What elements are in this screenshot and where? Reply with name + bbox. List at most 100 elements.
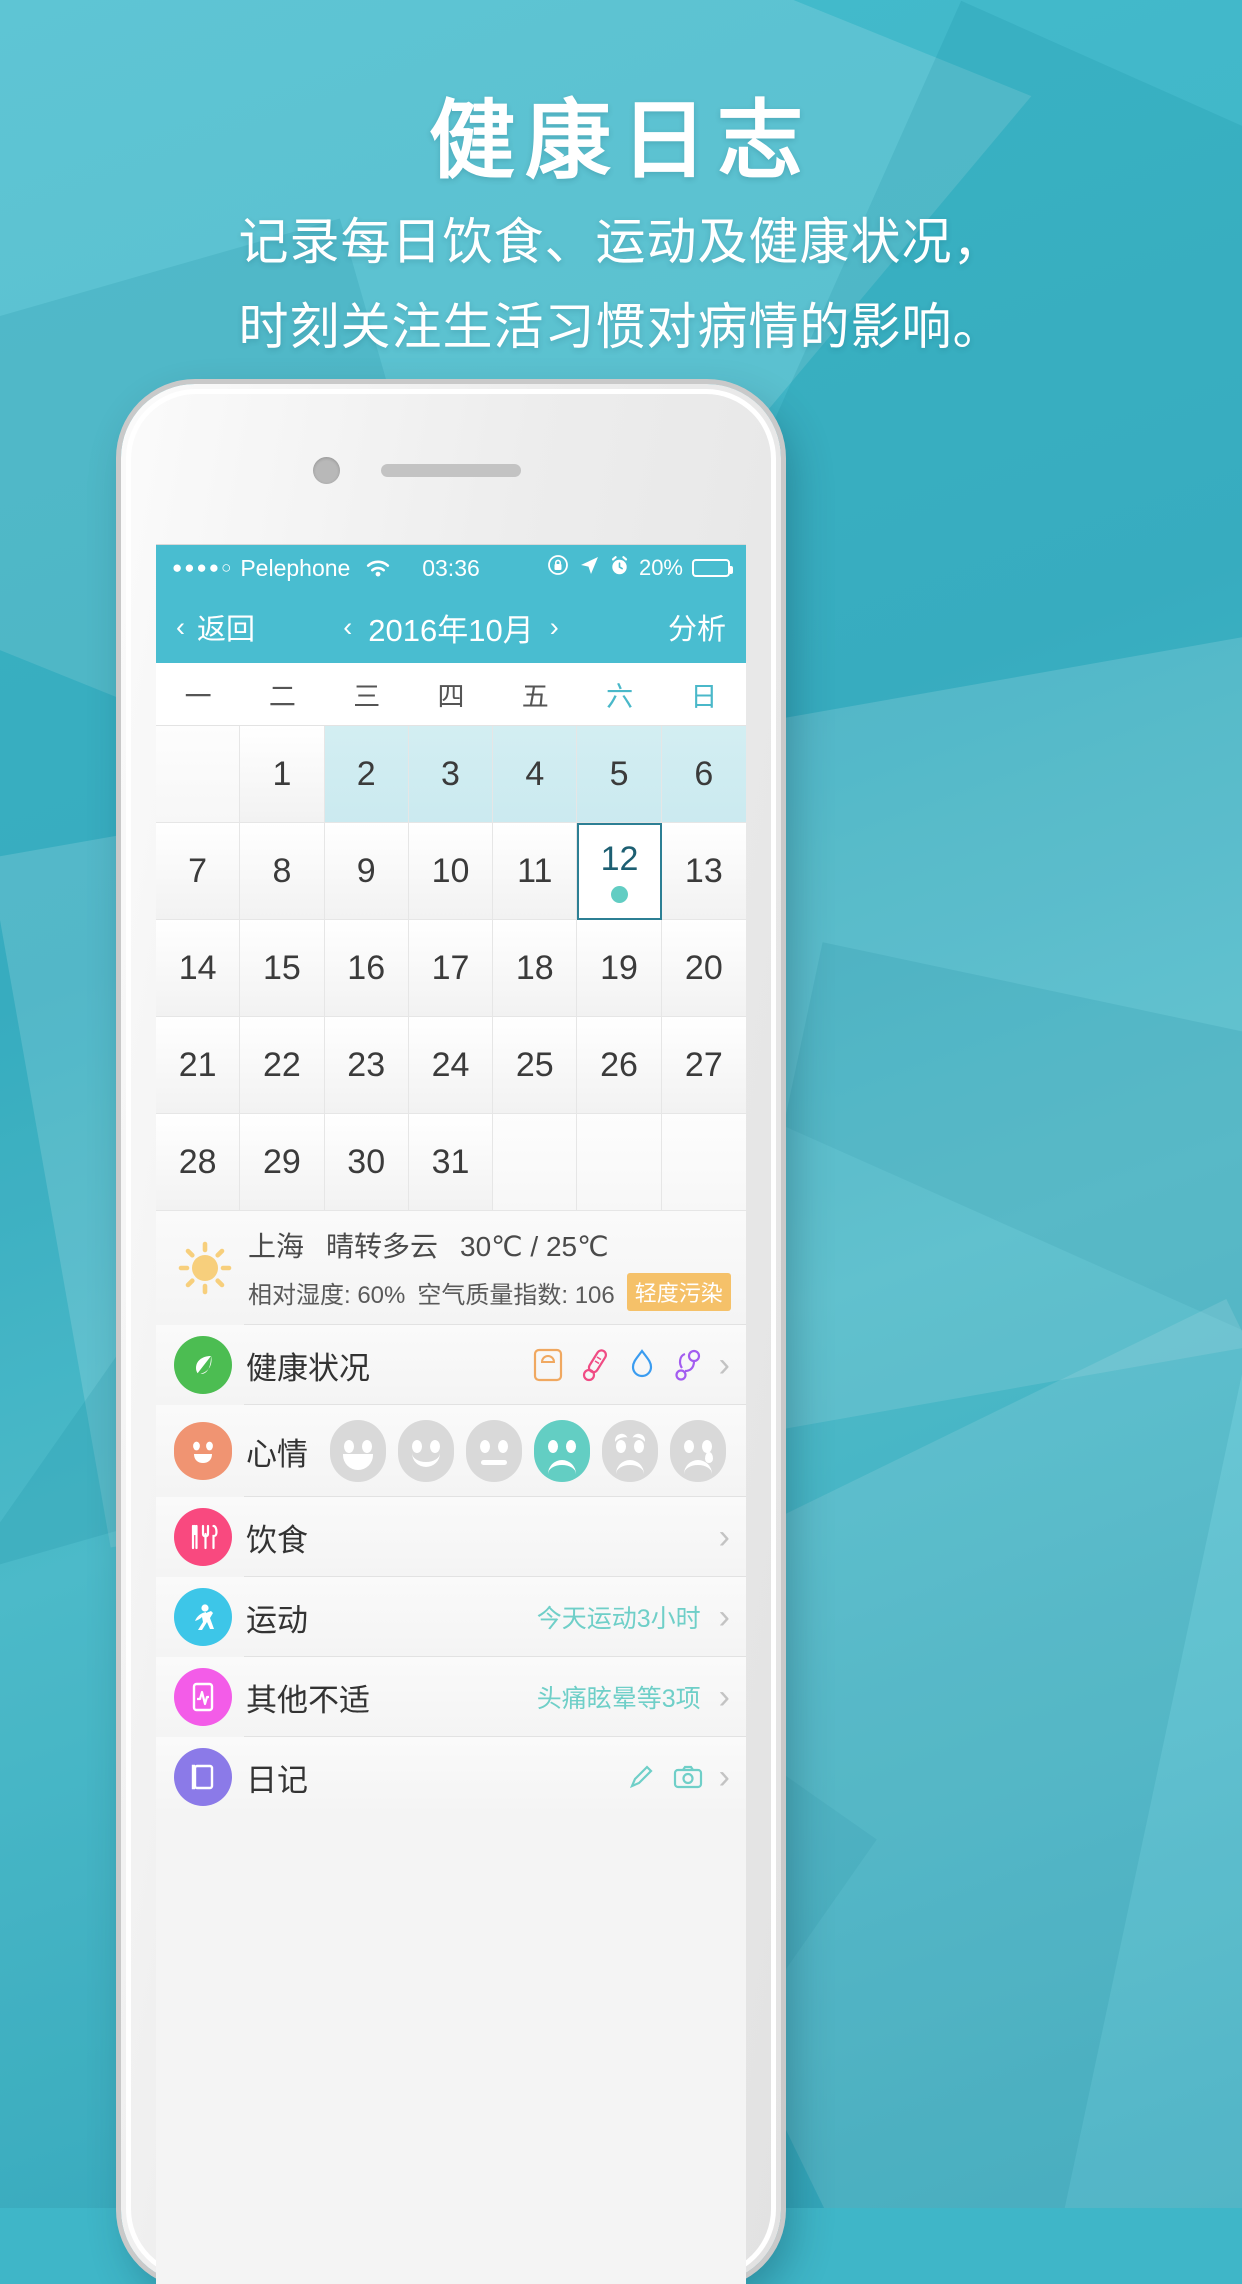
calendar-day[interactable]: 24 bbox=[408, 1017, 494, 1114]
chevron-left-icon: ‹ bbox=[176, 611, 185, 642]
weather-detail-line: 相对湿度: 60% 空气质量指数: 106 轻度污染 bbox=[248, 1273, 731, 1311]
calendar-day[interactable]: 22 bbox=[240, 1017, 325, 1114]
calendar-day[interactable]: 20 bbox=[661, 920, 746, 1017]
calendar-day-number: 25 bbox=[515, 1045, 554, 1084]
list-item-label: 健康状况 bbox=[246, 1350, 370, 1386]
mood-crying[interactable] bbox=[670, 1420, 726, 1482]
pen-icon[interactable] bbox=[627, 1763, 655, 1791]
list-item-other-discomfort[interactable]: 其他不适 头痛眩晕等3项 › bbox=[156, 1657, 746, 1737]
calendar-day[interactable]: 31 bbox=[408, 1114, 494, 1211]
promo-subtitle-line1: 记录每日饮食、运动及健康状况， bbox=[238, 213, 1004, 270]
list-item-diet[interactable]: 饮食 › bbox=[156, 1497, 746, 1577]
mood-neutral[interactable] bbox=[466, 1420, 522, 1482]
weekday-label: 一 bbox=[184, 681, 212, 712]
calendar-day-number: 28 bbox=[178, 1142, 217, 1181]
calendar-day[interactable]: 26 bbox=[577, 1017, 662, 1114]
calendar-day[interactable]: 23 bbox=[324, 1017, 409, 1114]
calendar-day[interactable]: 17 bbox=[408, 920, 494, 1017]
list-item-label: 运动 bbox=[246, 1602, 308, 1638]
calendar-day[interactable]: 10 bbox=[408, 823, 494, 920]
calendar-day[interactable]: 13 bbox=[661, 823, 746, 920]
calendar-day-number: 16 bbox=[347, 948, 386, 987]
calendar-day[interactable]: 1 bbox=[240, 726, 325, 823]
calendar-day[interactable]: 8 bbox=[240, 823, 325, 920]
mood-smile[interactable] bbox=[398, 1420, 454, 1482]
analyze-button[interactable]: 分析 bbox=[668, 606, 726, 648]
promo-title: 健康日志 bbox=[429, 93, 813, 189]
weather-main-line: 上海 晴转多云 30℃ / 25℃ bbox=[248, 1225, 731, 1265]
battery-percent-label: 20% bbox=[638, 555, 683, 580]
back-button[interactable]: ‹ 返回 bbox=[176, 606, 255, 648]
thermometer-icon[interactable] bbox=[581, 1348, 611, 1382]
calendar-day[interactable]: 9 bbox=[324, 823, 409, 920]
mood-sad[interactable] bbox=[534, 1420, 590, 1482]
camera-icon[interactable] bbox=[673, 1764, 703, 1790]
mood-happy[interactable] bbox=[330, 1420, 386, 1482]
runner-icon bbox=[174, 1588, 232, 1646]
next-month-icon[interactable]: › bbox=[550, 612, 559, 643]
blood-drop-icon[interactable] bbox=[629, 1348, 655, 1382]
list-item-label: 其他不适 bbox=[246, 1682, 370, 1718]
calendar-day-number: 4 bbox=[525, 754, 545, 793]
calendar-day[interactable]: 4 bbox=[493, 726, 578, 823]
list-item-exercise[interactable]: 运动 今天运动3小时 › bbox=[156, 1577, 746, 1657]
mood-worried[interactable] bbox=[602, 1420, 658, 1482]
calendar-day-selected[interactable]: 12 bbox=[577, 823, 662, 920]
calendar-day[interactable]: 30 bbox=[324, 1114, 409, 1211]
chevron-right-icon: › bbox=[718, 1517, 730, 1556]
smiley-icon bbox=[174, 1422, 232, 1480]
calendar-day-number: 11 bbox=[517, 851, 553, 890]
calendar-day-number: 10 bbox=[431, 851, 470, 890]
calendar-day-number: 18 bbox=[515, 948, 554, 987]
calendar-day-number: 2 bbox=[356, 754, 376, 793]
calendar-day-number: 20 bbox=[684, 948, 723, 987]
weather-condition: 晴转多云 bbox=[326, 1231, 439, 1262]
month-title: 2016年10月 bbox=[368, 612, 534, 648]
alarm-clock-icon bbox=[609, 555, 630, 582]
aqi-badge: 轻度污染 bbox=[626, 1273, 731, 1311]
chevron-right-icon: › bbox=[718, 1597, 730, 1636]
calendar-day[interactable]: 27 bbox=[661, 1017, 746, 1114]
calendar-day[interactable]: 6 bbox=[661, 726, 746, 823]
calendar-day bbox=[577, 1114, 662, 1211]
calendar-day-number: 23 bbox=[347, 1045, 386, 1084]
list-item-label: 日记 bbox=[246, 1762, 308, 1798]
list-item-health-status[interactable]: 健康状况 › bbox=[156, 1325, 746, 1405]
calendar-day bbox=[156, 726, 241, 823]
chevron-right-icon: › bbox=[718, 1677, 730, 1716]
calendar-day[interactable]: 7 bbox=[156, 823, 241, 920]
stethoscope-icon[interactable] bbox=[673, 1348, 703, 1382]
weather-row[interactable]: 上海 晴转多云 30℃ / 25℃ 相对湿度: 60% 空气质量指数: 106 轻度… bbox=[156, 1211, 746, 1325]
battery-icon bbox=[692, 559, 733, 577]
calendar-day[interactable]: 28 bbox=[156, 1114, 241, 1211]
calendar-day[interactable]: 11 bbox=[493, 823, 578, 920]
calendar-day[interactable]: 3 bbox=[408, 726, 494, 823]
list-item-value: 今天运动3小时 bbox=[536, 1605, 701, 1633]
calendar-day[interactable]: 18 bbox=[493, 920, 578, 1017]
calendar-day[interactable]: 21 bbox=[156, 1017, 241, 1114]
promo-subtitle-line2: 时刻关注生活习惯对病情的影响。 bbox=[238, 298, 1004, 355]
list-item-mood[interactable]: 心情 bbox=[156, 1405, 746, 1497]
calendar-weekday-header: 一二三四五六日 bbox=[156, 663, 746, 725]
calendar-day-number: 19 bbox=[600, 948, 638, 987]
signal-strength-icon: ●●●●○ bbox=[172, 558, 234, 577]
list-item-diary[interactable]: 日记 › bbox=[156, 1737, 746, 1817]
list-item-label: 心情 bbox=[246, 1436, 308, 1472]
calendar-day[interactable]: 16 bbox=[324, 920, 409, 1017]
calendar-day[interactable]: 14 bbox=[156, 920, 241, 1017]
calendar-day-number: 5 bbox=[609, 754, 629, 793]
book-icon bbox=[174, 1748, 232, 1806]
calendar-day[interactable]: 25 bbox=[493, 1017, 578, 1114]
calendar-day[interactable]: 19 bbox=[577, 920, 662, 1017]
calendar-day-number: 29 bbox=[263, 1142, 301, 1181]
calendar-day[interactable]: 15 bbox=[240, 920, 325, 1017]
sun-cloud-icon bbox=[174, 1238, 236, 1298]
calendar-day[interactable]: 29 bbox=[240, 1114, 325, 1211]
scale-icon[interactable] bbox=[533, 1348, 563, 1382]
calendar-day bbox=[493, 1114, 578, 1211]
list-item-value: 头痛眩晕等3项 bbox=[536, 1685, 701, 1713]
calendar-day[interactable]: 5 bbox=[577, 726, 662, 823]
weekday-label: 六 bbox=[606, 681, 634, 712]
prev-month-icon[interactable]: ‹ bbox=[343, 612, 352, 643]
calendar-day[interactable]: 2 bbox=[324, 726, 409, 823]
